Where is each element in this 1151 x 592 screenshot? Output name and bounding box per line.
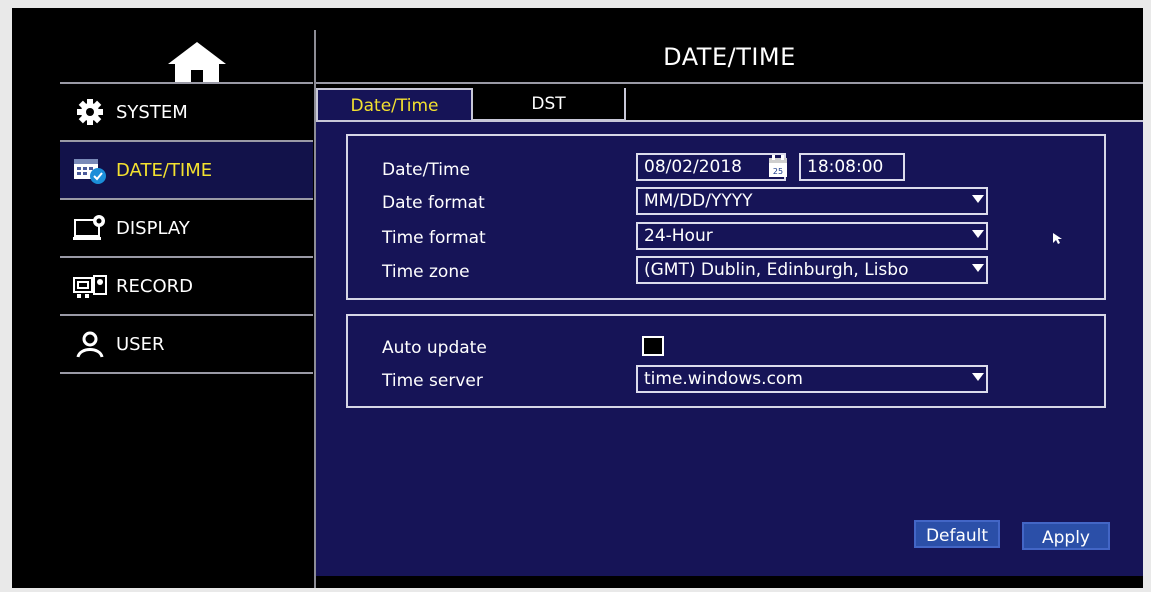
sidebar-item-user[interactable]: USER: [60, 316, 313, 374]
tab-date-time[interactable]: Date/Time: [316, 88, 473, 121]
sidebar-item-record[interactable]: RECORD: [60, 258, 313, 316]
time-server-select[interactable]: time.windows.com: [636, 365, 988, 393]
sidebar-item-label: DISPLAY: [116, 217, 190, 239]
datetime-group: Date/Time 08/02/2018 25 18:08:00 Date fo…: [346, 134, 1106, 300]
dropdown-arrow-icon: [972, 230, 984, 238]
mouse-cursor-icon: [1053, 230, 1063, 249]
header-divider: [316, 82, 1143, 84]
sidebar-item-label: USER: [116, 333, 165, 355]
time-zone-label: Time zone: [382, 262, 470, 282]
apply-button[interactable]: Apply: [1022, 522, 1110, 550]
user-icon: [72, 329, 108, 359]
gear-icon: [72, 97, 108, 127]
sidebar-item-label: DATE/TIME: [116, 159, 213, 181]
time-format-value: 24-Hour: [644, 226, 713, 246]
dropdown-arrow-icon: [972, 373, 984, 381]
time-format-label: Time format: [382, 228, 486, 248]
time-zone-select[interactable]: (GMT) Dublin, Edinburgh, Lisbo: [636, 256, 988, 284]
dvr-screen: SYSTEM DATE/TIME DISPLAY RECORD USER DAT…: [12, 8, 1143, 588]
calendar-picker-icon[interactable]: 25: [768, 154, 788, 178]
default-button[interactable]: Default: [914, 520, 1000, 548]
camera-icon: [72, 271, 108, 301]
date-time-label: Date/Time: [382, 160, 470, 180]
date-value: 08/02/2018: [644, 157, 742, 177]
settings-panel: Date/Time 08/02/2018 25 18:08:00 Date fo…: [316, 120, 1143, 576]
dropdown-arrow-icon: [972, 264, 984, 272]
time-format-select[interactable]: 24-Hour: [636, 222, 988, 250]
time-server-value: time.windows.com: [644, 369, 803, 389]
auto-update-checkbox[interactable]: [642, 336, 664, 356]
time-server-label: Time server: [382, 371, 483, 391]
sidebar-item-datetime[interactable]: DATE/TIME: [60, 142, 313, 200]
auto-update-label: Auto update: [382, 338, 487, 358]
page-title: DATE/TIME: [663, 43, 796, 71]
home-icon[interactable]: [166, 40, 228, 86]
sidebar-item-display[interactable]: DISPLAY: [60, 200, 313, 258]
date-format-select[interactable]: MM/DD/YYYY: [636, 187, 988, 215]
time-value: 18:08:00: [807, 157, 884, 177]
time-zone-value: (GMT) Dublin, Edinburgh, Lisbo: [644, 260, 909, 280]
tab-dst[interactable]: DST: [473, 88, 626, 121]
date-format-value: MM/DD/YYYY: [644, 191, 753, 211]
sidebar-item-label: RECORD: [116, 275, 193, 297]
calendar-check-icon: [72, 155, 108, 185]
sidebar-item-system[interactable]: SYSTEM: [60, 84, 313, 142]
svg-text:25: 25: [773, 167, 783, 176]
time-field[interactable]: 18:08:00: [799, 153, 905, 181]
monitor-gear-icon: [72, 213, 108, 243]
sidebar-item-label: SYSTEM: [116, 101, 188, 123]
time-sync-group: Auto update Time server time.windows.com: [346, 314, 1106, 408]
date-field[interactable]: 08/02/2018: [636, 153, 786, 181]
date-format-label: Date format: [382, 193, 485, 213]
dropdown-arrow-icon: [972, 195, 984, 203]
